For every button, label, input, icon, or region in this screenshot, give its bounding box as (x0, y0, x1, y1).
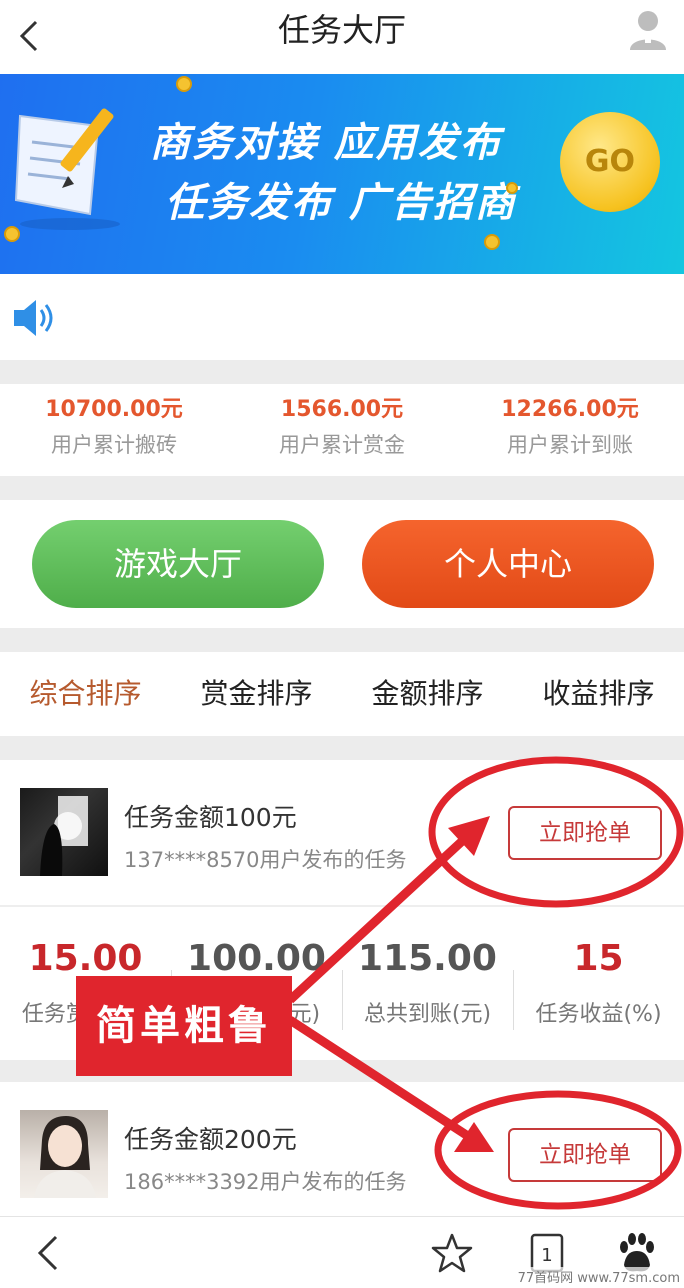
bottom-nav: 1 77首码网 www.77sm.com (0, 1216, 684, 1288)
task-title: 任务金额100元 (124, 803, 297, 832)
coin-icon (506, 182, 518, 194)
user-avatar-icon[interactable] (624, 6, 672, 54)
task-card: 任务金额200元 186****3392用户发布的任务 立即抢单 (0, 1082, 684, 1216)
back-icon[interactable] (26, 1229, 74, 1277)
divider (0, 905, 684, 907)
tab-amount[interactable]: 金额排序 (342, 652, 513, 736)
metric-total: 115.00 总共到账(元) (342, 910, 513, 1060)
tab-count: 1 (541, 1245, 552, 1266)
stat-bricks: 10700.00元 用户累计搬砖 (0, 384, 228, 476)
metric-profit: 15 任务收益(%) (513, 910, 684, 1060)
promo-banner[interactable]: 商务对接 应用发布 任务发布 广告招商 GO (0, 74, 684, 274)
task-thumbnail (20, 1110, 108, 1198)
task-row[interactable]: 任务金额200元 186****3392用户发布的任务 立即抢单 (0, 1082, 684, 1216)
banner-line-1: 商务对接 应用发布 (150, 120, 502, 166)
notice-bar (0, 274, 684, 360)
coin-icon (4, 226, 20, 242)
coin-icon (484, 234, 500, 250)
task-thumbnail (20, 788, 108, 876)
tab-bounty[interactable]: 赏金排序 (171, 652, 342, 736)
task-publisher: 186****3392用户发布的任务 (124, 1170, 407, 1194)
metric-label: 任务收益(%) (535, 1002, 662, 1027)
page-title: 任务大厅 (277, 11, 406, 49)
grab-order-button[interactable]: 立即抢单 (508, 1128, 662, 1182)
stat-label: 用户累计到账 (507, 433, 633, 457)
document-pen-icon (14, 108, 120, 230)
stat-label: 用户累计赏金 (279, 433, 405, 457)
sort-tabs: 综合排序 赏金排序 金额排序 收益排序 (0, 652, 684, 736)
task-row[interactable]: 任务金额100元 137****8570用户发布的任务 立即抢单 (0, 760, 684, 894)
grab-order-button[interactable]: 立即抢单 (508, 806, 662, 860)
stat-received: 12266.00元 用户累计到账 (456, 384, 684, 476)
go-button[interactable]: GO (560, 112, 660, 212)
personal-center-button[interactable]: 个人中心 (362, 520, 654, 608)
coin-icon (176, 76, 192, 92)
tab-profit[interactable]: 收益排序 (513, 652, 684, 736)
task-hall-page: 任务大厅 商务对接 应用发布 任务发布 广告招商 GO 10700.00元 用户… (0, 0, 684, 1288)
stat-value: 10700.00元 (45, 397, 183, 422)
stat-bounty: 1566.00元 用户累计赏金 (228, 384, 456, 476)
main-actions: 游戏大厅 个人中心 (0, 500, 684, 628)
metric-value: 15 (573, 938, 624, 979)
metric-value: 115.00 (358, 938, 497, 979)
banner-line-2: 任务发布 广告招商 (165, 180, 517, 226)
tab-comprehensive[interactable]: 综合排序 (0, 652, 171, 736)
speaker-icon (10, 296, 58, 340)
stats-row: 10700.00元 用户累计搬砖 1566.00元 用户累计赏金 12266.0… (0, 384, 684, 476)
task-title: 任务金额200元 (124, 1125, 297, 1154)
watermark: 77首码网 www.77sm.com (517, 1267, 680, 1286)
stat-value: 12266.00元 (501, 397, 639, 422)
stat-value: 1566.00元 (280, 397, 404, 422)
metric-label: 总共到账(元) (363, 1002, 492, 1027)
annotation-label: 简单粗鲁 (76, 976, 292, 1076)
task-publisher: 137****8570用户发布的任务 (124, 848, 407, 872)
stat-label: 用户累计搬砖 (51, 433, 177, 457)
top-header: 任务大厅 (0, 0, 684, 74)
game-hall-button[interactable]: 游戏大厅 (32, 520, 324, 608)
star-icon[interactable] (428, 1229, 476, 1277)
